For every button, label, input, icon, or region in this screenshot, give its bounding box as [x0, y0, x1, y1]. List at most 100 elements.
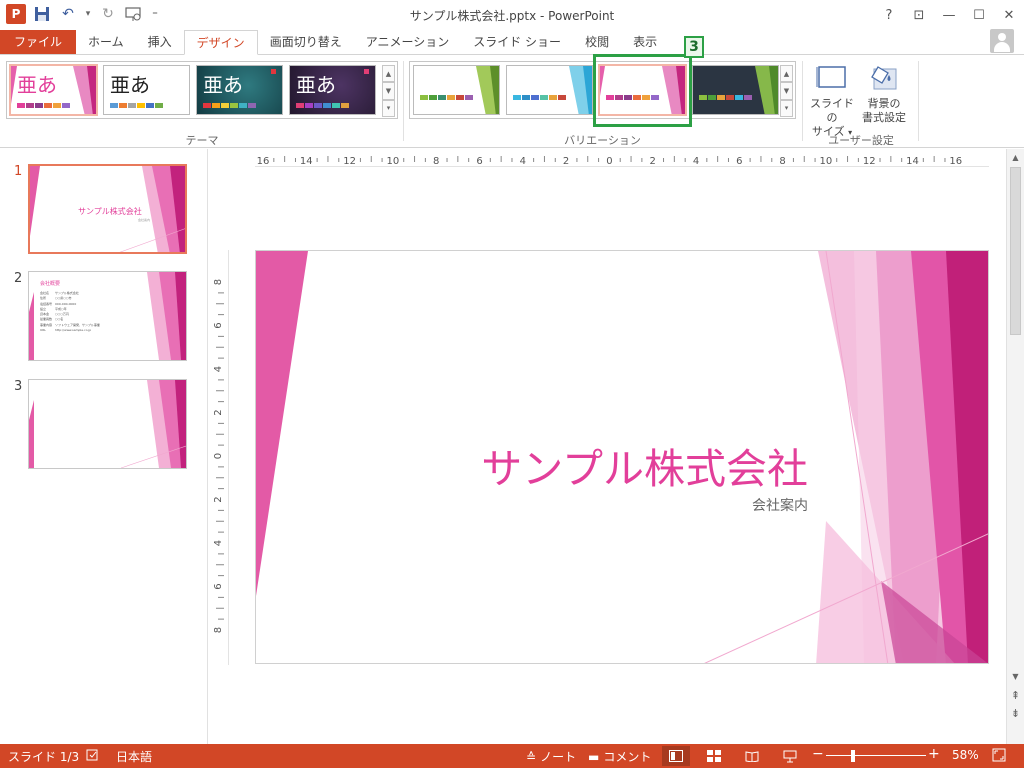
slide-title[interactable]: サンプル株式会社 — [478, 435, 808, 495]
variant-thumb-green[interactable] — [413, 65, 500, 115]
gallery-more-icon[interactable]: ▾ — [780, 99, 793, 117]
fit-to-window-icon — [992, 748, 1006, 762]
ruler-label: 8 — [433, 156, 439, 167]
theme-swatches — [203, 103, 256, 108]
zoom-slider[interactable] — [826, 755, 926, 756]
help-button[interactable]: ? — [874, 0, 904, 30]
fit-slide-button[interactable] — [992, 748, 1006, 762]
gallery-down-icon[interactable]: ▼ — [780, 82, 793, 100]
scroll-up-icon[interactable]: ▲ — [1007, 149, 1024, 165]
horizontal-ruler: 16 14 12 10 8 6 4 2 0 2 4 6 8 10 12 14 16 — [255, 153, 989, 167]
save-icon[interactable] — [32, 4, 52, 24]
slide-thumbnail[interactable] — [28, 379, 187, 469]
gallery-up-icon[interactable]: ▲ — [780, 65, 793, 83]
format-background-button[interactable]: 背景の 書式設定 — [858, 61, 910, 125]
ruler-label: 6 — [476, 156, 482, 167]
slide-thumb-item[interactable]: 1 サンプル株式会社 会社案内 — [10, 164, 190, 256]
theme-swatches — [296, 103, 349, 108]
gallery-down-icon[interactable]: ▼ — [382, 82, 395, 100]
next-slide-icon[interactable]: ⇟ — [1007, 705, 1024, 721]
tab-insert[interactable]: 挿入 — [136, 30, 184, 54]
theme-thumb-teal[interactable]: 亜あ — [196, 65, 283, 115]
zoom-out-button[interactable]: − — [812, 746, 824, 762]
slide-thumbnails-pane: 1 サンプル株式会社 会社案内 2 会社概要 会社名 サンプル株式会社 住所 ○… — [0, 149, 208, 744]
language-indicator[interactable]: 日本語 — [116, 748, 152, 765]
tab-transitions[interactable]: 画面切り替え — [258, 30, 354, 54]
spell-check-icon[interactable] — [86, 748, 100, 762]
slide-number: 2 — [14, 271, 23, 286]
ruler-label: 16 — [949, 156, 962, 167]
slide-show-button[interactable] — [776, 746, 804, 766]
slide-thumbnail[interactable]: 会社概要 会社名 サンプル株式会社 住所 ○○県○○市 電話番号 000-000-0… — [28, 271, 187, 361]
notes-button[interactable]: ≙ ノート — [526, 748, 576, 765]
zoom-level[interactable]: 58% — [952, 748, 979, 762]
account-avatar[interactable] — [990, 29, 1014, 53]
group-separator — [918, 61, 919, 141]
theme-swatches — [513, 95, 566, 100]
ruler-label: 0 — [606, 156, 612, 167]
vertical-ruler: 8 6 4 2 0 2 4 6 8 — [213, 250, 229, 665]
slide-thumb-item[interactable]: 2 会社概要 会社名 サンプル株式会社 住所 ○○県○○市 電話番号 000-000… — [10, 271, 190, 363]
tab-animations[interactable]: アニメーション — [354, 30, 462, 54]
presentation-icon[interactable] — [124, 4, 144, 24]
slide-size-button[interactable]: スライドの サイズ ▾ — [806, 61, 858, 140]
tab-file[interactable]: ファイル — [0, 30, 77, 54]
comments-button[interactable]: ▬ コメント — [588, 748, 651, 765]
undo-button[interactable]: ↶ — [58, 4, 78, 24]
reading-view-button[interactable] — [738, 746, 766, 766]
gallery-more-icon[interactable]: ▾ — [382, 99, 395, 117]
tab-review[interactable]: 校閲 — [573, 30, 621, 54]
tab-view[interactable]: 表示 — [621, 30, 669, 54]
theme-accent-mark — [364, 69, 369, 74]
redo-icon[interactable]: ↻ — [98, 4, 118, 24]
undo-dropdown-icon[interactable]: ▾ — [84, 4, 92, 24]
powerpoint-logo-icon[interactable]: P — [6, 4, 26, 24]
quick-access-toolbar: P ↶ ▾ ↻ ⁼ — [6, 4, 160, 24]
slide-thumbnail[interactable]: サンプル株式会社 会社案内 — [28, 164, 187, 254]
zoom-slider-knob[interactable] — [850, 750, 855, 762]
previous-slide-icon[interactable]: ⇞ — [1007, 687, 1024, 703]
slide-editor: 16 14 12 10 8 6 4 2 0 2 4 6 8 10 12 14 16 8 6 4 2 0 2 4 6 8 サンプル… — [209, 149, 1006, 744]
editor-vertical-scrollbar[interactable]: ▲ ▼ ⇞ ⇟ — [1006, 149, 1024, 744]
ruler-label: 6 — [213, 322, 224, 328]
theme-accent-mark — [271, 69, 276, 74]
minimize-button[interactable]: — — [934, 0, 964, 30]
theme-swatches — [420, 95, 473, 100]
ruler-label: 12 — [863, 156, 876, 167]
gallery-up-icon[interactable]: ▲ — [382, 65, 395, 83]
ribbon-display-options-button[interactable]: ⊡ — [904, 0, 934, 30]
variant-thumb-dark[interactable] — [692, 65, 779, 115]
variant-thumb-blue[interactable] — [506, 65, 593, 115]
themes-gallery-scroll: ▲ ▼ ▾ — [382, 65, 395, 117]
scrollbar-thumb[interactable] — [1010, 167, 1021, 335]
ruler-label: 10 — [387, 156, 400, 167]
notes-label: ノート — [540, 750, 577, 764]
slide-subtitle[interactable]: 会社案内 — [688, 495, 808, 515]
theme-swatches — [17, 103, 70, 108]
ruler-label: 0 — [213, 453, 224, 459]
main-slide[interactable]: サンプル株式会社 会社案内 — [255, 250, 989, 664]
annotation-highlight-box — [593, 54, 692, 127]
normal-view-button[interactable] — [662, 746, 690, 766]
ruler-label: 8 — [779, 156, 785, 167]
zoom-in-button[interactable]: + — [928, 746, 940, 762]
notes-icon: ≙ — [526, 749, 537, 764]
slide-sorter-button[interactable] — [700, 746, 728, 766]
slide-thumb-item[interactable]: 3 — [10, 379, 190, 471]
powerpoint-window: P ↶ ▾ ↻ ⁼ サンプル株式会社.pptx - PowerPoint ? ⊡… — [0, 0, 1024, 768]
normal-view-icon — [669, 750, 683, 762]
tab-slide-show[interactable]: スライド ショー — [461, 30, 573, 54]
theme-thumb-purple[interactable]: 亜あ — [289, 65, 376, 115]
customize-qat-icon[interactable]: ⁼ — [150, 4, 160, 24]
ruler-label: 10 — [820, 156, 833, 167]
ruler-label: 12 — [343, 156, 356, 167]
maximize-button[interactable]: ☐ — [964, 0, 994, 30]
thumb-body: 会社名 サンプル株式会社 住所 ○○県○○市 電話番号 000-000-0000 設立… — [40, 291, 100, 333]
tab-design[interactable]: デザイン — [183, 30, 258, 55]
theme-thumb-office[interactable]: 亜あ — [103, 65, 190, 115]
close-button[interactable]: ✕ — [994, 0, 1024, 30]
theme-thumb-pink[interactable]: 亜あ — [9, 64, 98, 116]
variants-gallery-scroll: ▲ ▼ ▾ — [780, 65, 793, 117]
scroll-down-icon[interactable]: ▼ — [1007, 668, 1024, 684]
tab-home[interactable]: ホーム — [76, 30, 136, 54]
